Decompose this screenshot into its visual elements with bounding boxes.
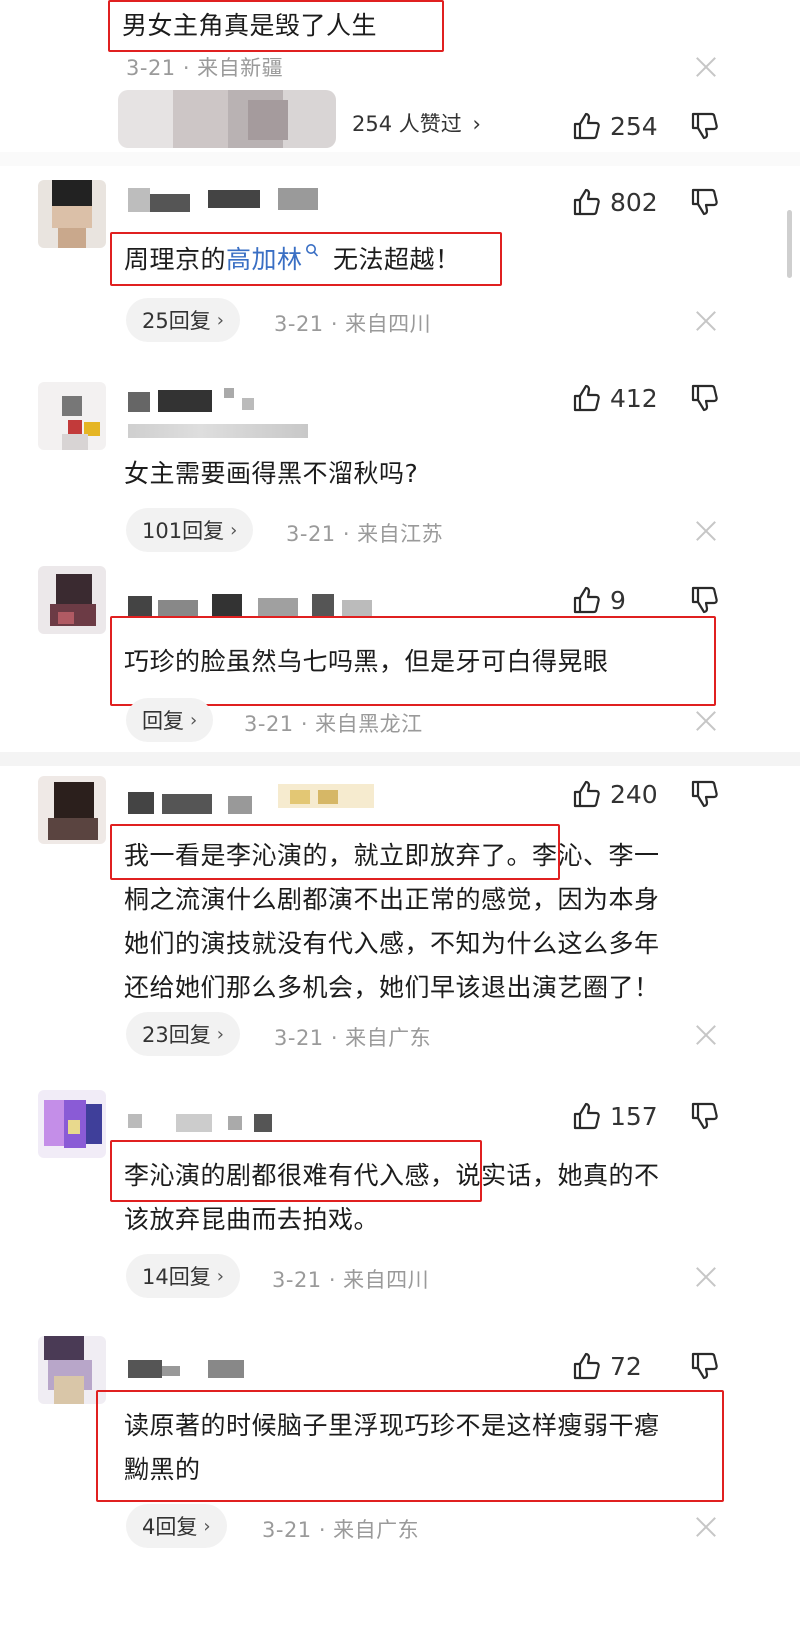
reply-button[interactable]: 14回复 ›	[126, 1254, 240, 1298]
comment-line: 桐之流演什么剧都演不出正常的感觉，因为本身	[124, 885, 660, 914]
thumbs-up-icon	[570, 778, 602, 810]
comment-meta: 3-21 · 来自广东	[262, 1518, 420, 1542]
highlight-box	[96, 1390, 724, 1502]
username[interactable]	[128, 784, 378, 814]
avatar[interactable]	[38, 776, 106, 844]
chevron-right-icon: ›	[216, 309, 224, 331]
like-button[interactable]: 254	[570, 106, 658, 146]
scrollbar[interactable]	[787, 210, 792, 278]
thumbs-down-icon[interactable]	[688, 110, 720, 142]
thumbs-up-icon	[570, 186, 602, 218]
reply-count: 101回复	[142, 519, 225, 543]
like-button[interactable]: 157	[570, 1096, 658, 1136]
reply-count: 14回复	[142, 1265, 211, 1289]
like-button[interactable]: 412	[570, 378, 658, 418]
avatar[interactable]	[38, 180, 106, 248]
like-count: 72	[610, 1351, 642, 1381]
divider	[0, 152, 800, 166]
chevron-right-icon: ›	[216, 1023, 224, 1045]
like-button[interactable]: 72	[570, 1346, 642, 1386]
username[interactable]	[128, 188, 318, 212]
like-count: 240	[610, 779, 658, 809]
comment-meta: 3-21 · 来自黑龙江	[244, 712, 423, 736]
comment-text: 女主需要画得黑不溜秋吗?	[124, 459, 419, 488]
reply-button[interactable]: 101回复 ›	[126, 508, 254, 552]
comment-meta: 3-21 · 来自四川	[272, 1268, 430, 1292]
liked-summary: 254 人赞过	[352, 112, 462, 136]
like-count: 254	[610, 111, 658, 141]
comment-meta: 3-21 · 来自广东	[274, 1026, 432, 1050]
thumbs-down-icon[interactable]	[688, 1350, 720, 1382]
like-count: 157	[610, 1101, 658, 1131]
username[interactable]	[128, 1110, 278, 1134]
thumbs-up-icon	[570, 1350, 602, 1382]
avatar[interactable]	[38, 382, 106, 450]
comment-meta: 3-21 · 来自江苏	[286, 522, 444, 546]
chevron-right-icon: ›	[230, 519, 238, 541]
highlight-box	[110, 232, 502, 286]
like-button[interactable]: 9	[570, 580, 626, 620]
comment-line: 该放弃昆曲而去拍戏。	[124, 1205, 380, 1234]
comment-line: 她们的演技就没有代入感，不知为什么这么多年	[124, 929, 660, 958]
highlight-box	[110, 616, 716, 706]
liked-avatars[interactable]	[118, 90, 336, 148]
close-icon[interactable]	[693, 308, 719, 334]
thumbs-down-icon[interactable]	[688, 584, 720, 616]
reply-button[interactable]: 4回复 ›	[126, 1504, 227, 1548]
reply-count: 25回复	[142, 309, 211, 333]
comment-line: 还给她们那么多机会，她们早该退出演艺圈了！	[124, 973, 660, 1002]
reply-count: 4回复	[142, 1515, 198, 1539]
divider	[0, 752, 800, 766]
comment-meta: 3-21 · 来自新疆	[126, 56, 284, 80]
username[interactable]	[128, 594, 378, 618]
thumbs-up-icon	[570, 382, 602, 414]
reply-button[interactable]: 23回复 ›	[126, 1012, 240, 1056]
reply-button[interactable]: 25回复 ›	[126, 298, 240, 342]
thumbs-up-icon	[570, 110, 602, 142]
highlight-box	[110, 824, 560, 880]
like-button[interactable]: 240	[570, 774, 658, 814]
thumbs-down-icon[interactable]	[688, 778, 720, 810]
avatar[interactable]	[38, 1090, 106, 1158]
liked-summary-link[interactable]: 254 人赞过 ›	[352, 108, 481, 138]
thumbs-up-icon	[570, 584, 602, 616]
chevron-right-icon: ›	[472, 112, 481, 136]
like-button[interactable]: 802	[570, 182, 658, 222]
thumbs-down-icon[interactable]	[688, 1100, 720, 1132]
thumbs-down-icon[interactable]	[688, 186, 720, 218]
close-icon[interactable]	[693, 54, 719, 80]
comment-meta: 3-21 · 来自四川	[274, 312, 432, 336]
chevron-right-icon: ›	[203, 1515, 211, 1537]
thumbs-down-icon[interactable]	[688, 382, 720, 414]
close-icon[interactable]	[693, 1514, 719, 1540]
close-icon[interactable]	[693, 1264, 719, 1290]
highlight-box	[110, 1140, 482, 1202]
avatar[interactable]	[38, 566, 106, 634]
like-count: 802	[610, 187, 658, 217]
reply-count: 23回复	[142, 1023, 211, 1047]
username[interactable]	[128, 1356, 258, 1380]
chevron-right-icon: ›	[190, 709, 198, 731]
reply-count: 回复	[142, 709, 184, 733]
close-icon[interactable]	[693, 708, 719, 734]
highlight-box	[108, 0, 444, 52]
like-count: 9	[610, 585, 626, 615]
close-icon[interactable]	[693, 1022, 719, 1048]
close-icon[interactable]	[693, 518, 719, 544]
like-count: 412	[610, 383, 658, 413]
chevron-right-icon: ›	[216, 1265, 224, 1287]
reply-button[interactable]: 回复 ›	[126, 698, 214, 742]
user-tag	[128, 424, 308, 438]
thumbs-up-icon	[570, 1100, 602, 1132]
username[interactable]	[128, 388, 268, 412]
